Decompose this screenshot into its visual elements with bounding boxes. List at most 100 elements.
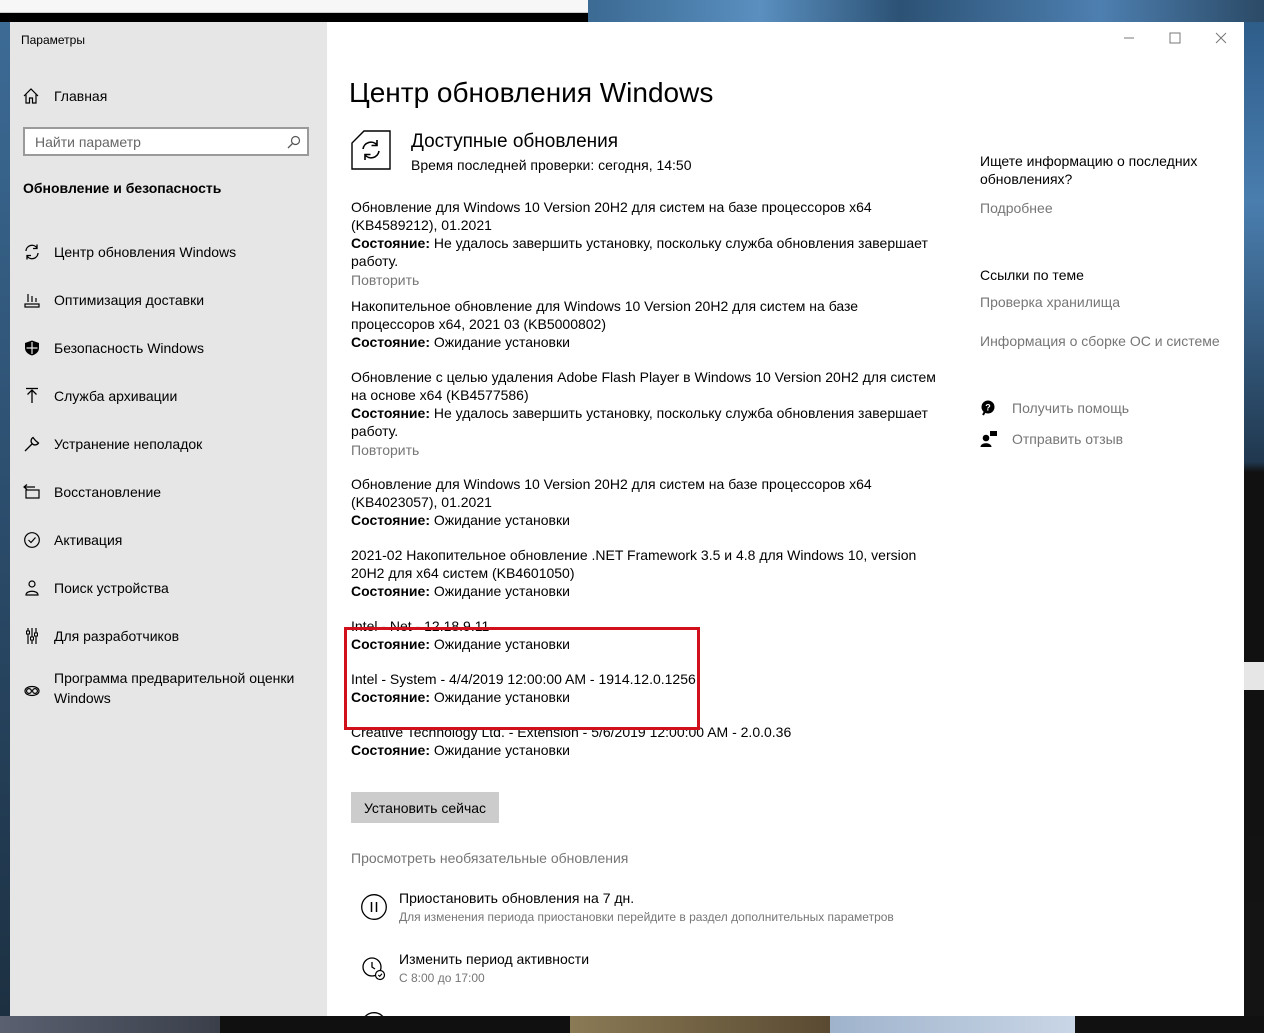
retry-link[interactable]: Повторить: [351, 441, 941, 459]
highlight-box: [344, 627, 700, 730]
os-build-info-link[interactable]: Информация о сборке ОС и системе: [980, 332, 1220, 350]
state-value: Не удалось завершить установку, поскольк…: [351, 405, 928, 439]
sidebar-item-troubleshoot[interactable]: Устранение неполадок: [10, 420, 327, 468]
sidebar-item-find-device[interactable]: Поиск устройства: [10, 564, 327, 612]
update-name: Накопительное обновление для Windows 10 …: [351, 298, 859, 332]
pause-icon: [360, 893, 388, 921]
sidebar-item-label: Центр обновления Windows: [54, 244, 237, 260]
sidebar-item-delivery-optimization[interactable]: Оптимизация доставки: [10, 276, 327, 324]
sidebar-item-label: Поиск устройства: [54, 580, 169, 596]
background-window-edge: [0, 0, 588, 13]
home-icon: [22, 87, 42, 105]
state-label: Состояние:: [351, 334, 434, 350]
wrench-icon: [22, 434, 42, 454]
desktop-background-top: [0, 0, 1264, 22]
sidebar-section-title: Обновление и безопасность: [23, 180, 222, 196]
info-question: Ищете информацию о последних обновлениях…: [980, 153, 1198, 187]
settings-option-icon: [360, 1011, 388, 1016]
state-value: Ожидание установки: [433, 512, 570, 528]
sidebar-item-label: Безопасность Windows: [54, 340, 204, 356]
storage-check-link[interactable]: Проверка хранилища: [980, 293, 1120, 311]
send-feedback-label: Отправить отзыв: [1012, 431, 1124, 447]
get-help-label: Получить помощь: [1012, 400, 1130, 416]
list-item: Обновление для Windows 10 Version 20H2 д…: [351, 198, 941, 289]
update-state: Состояние: Не удалось завершить установк…: [351, 405, 928, 439]
list-item: Обновление для Windows 10 Version 20H2 д…: [351, 475, 941, 529]
sidebar-item-activation[interactable]: Активация: [10, 516, 327, 564]
get-help-link[interactable]: ? Получить помощь: [980, 399, 1129, 417]
backup-icon: [22, 386, 42, 406]
search-input[interactable]: [25, 129, 285, 154]
feedback-icon: [980, 430, 998, 448]
check-circle-icon: [22, 530, 42, 550]
update-state: Состояние: Ожидание установки: [351, 512, 570, 528]
sidebar-nav: Центр обновления Windows Оптимизация дос…: [10, 228, 327, 720]
person-location-icon: [22, 578, 42, 598]
update-state: Состояние: Ожидание установки: [351, 742, 570, 758]
list-item: Обновление с целью удаления Adobe Flash …: [351, 368, 941, 459]
sync-icon: [22, 242, 42, 262]
sidebar-item-recovery[interactable]: Восстановление: [10, 468, 327, 516]
state-label: Состояние:: [351, 235, 434, 251]
recovery-icon: [22, 482, 42, 502]
state-label: Состояние:: [351, 742, 434, 758]
optional-updates-link[interactable]: Просмотреть необязательные обновления: [351, 850, 628, 866]
state-label: Состояние:: [351, 405, 434, 421]
desktop-background-right: [1244, 22, 1264, 1033]
minimize-button[interactable]: [1114, 28, 1144, 48]
sidebar-home[interactable]: Главная: [22, 84, 107, 108]
active-hours-title: Изменить период активности: [399, 951, 590, 967]
sidebar-item-insider[interactable]: Программа предварительной оценки Windows: [10, 660, 327, 720]
last-check-time: Время последней проверки: сегодня, 14:50: [411, 157, 692, 173]
status-heading: Доступные обновления: [411, 131, 619, 152]
sidebar-item-label: Программа предварительной оценки Windows: [54, 670, 295, 706]
install-now-button[interactable]: Установить сейчас: [351, 792, 499, 823]
delivery-icon: [22, 290, 42, 310]
update-state: Состояние: Ожидание установки: [351, 334, 570, 350]
sidebar-item-label: Восстановление: [54, 484, 162, 500]
update-state: Состояние: Не удалось завершить установк…: [351, 235, 928, 269]
desktop-background-bottom: [0, 1016, 1264, 1033]
state-value: Ожидание установки: [433, 334, 570, 350]
window-title: Параметры: [21, 33, 85, 47]
sidebar: Параметры Главная Обновление и безопасно…: [10, 22, 327, 1016]
sidebar-item-windows-update[interactable]: Центр обновления Windows: [10, 228, 327, 276]
sidebar-item-windows-security[interactable]: Безопасность Windows: [10, 324, 327, 372]
close-icon: [1215, 32, 1227, 44]
sidebar-item-developers[interactable]: Для разработчиков: [10, 612, 327, 660]
pause-desc: Для изменения периода приостановки перей…: [399, 910, 894, 924]
sidebar-item-label: Служба архивации: [54, 388, 178, 404]
settings-window: Параметры Главная Обновление и безопасно…: [10, 22, 1244, 1016]
sidebar-item-backup[interactable]: Служба архивации: [10, 372, 327, 420]
search-box[interactable]: [23, 127, 309, 156]
list-item: 2021-02 Накопительное обновление .NET Fr…: [351, 546, 941, 600]
send-feedback-link[interactable]: Отправить отзыв: [980, 430, 1123, 448]
sidebar-item-label: Оптимизация доставки: [54, 292, 205, 308]
maximize-icon: [1169, 32, 1181, 44]
update-name: 2021-02 Накопительное обновление .NET Fr…: [351, 547, 917, 581]
retry-link[interactable]: Повторить: [351, 271, 941, 289]
desktop-background-left: [0, 22, 10, 1033]
pause-updates-option[interactable]: Приостановить обновления на 7 дн. Для из…: [360, 890, 960, 930]
maximize-button[interactable]: [1160, 28, 1190, 48]
sidebar-item-label: Активация: [54, 532, 123, 548]
next-option-partial: [360, 1007, 960, 1016]
help-chat-icon: ?: [980, 399, 998, 417]
sidebar-home-label: Главная: [54, 88, 108, 104]
update-name: Обновление для Windows 10 Version 20H2 д…: [351, 476, 872, 510]
minimize-icon: [1124, 37, 1134, 39]
state-value: Ожидание установки: [433, 583, 570, 599]
close-button[interactable]: [1206, 28, 1236, 48]
search-icon[interactable]: [287, 135, 301, 154]
sidebar-item-label: Устранение неполадок: [54, 436, 203, 452]
active-hours-desc: С 8:00 до 17:00: [399, 971, 485, 985]
active-hours-option[interactable]: Изменить период активности С 8:00 до 17:…: [360, 951, 960, 991]
state-label: Состояние:: [351, 583, 434, 599]
page-title: Центр обновления Windows: [349, 77, 714, 108]
more-info-link[interactable]: Подробнее: [980, 199, 1053, 217]
update-name: Обновление с целью удаления Adobe Flash …: [351, 369, 936, 403]
shield-icon: [22, 338, 42, 358]
state-value: Ожидание установки: [433, 742, 570, 758]
related-links-title: Ссылки по теме: [980, 267, 1084, 283]
insider-icon: [22, 682, 42, 702]
